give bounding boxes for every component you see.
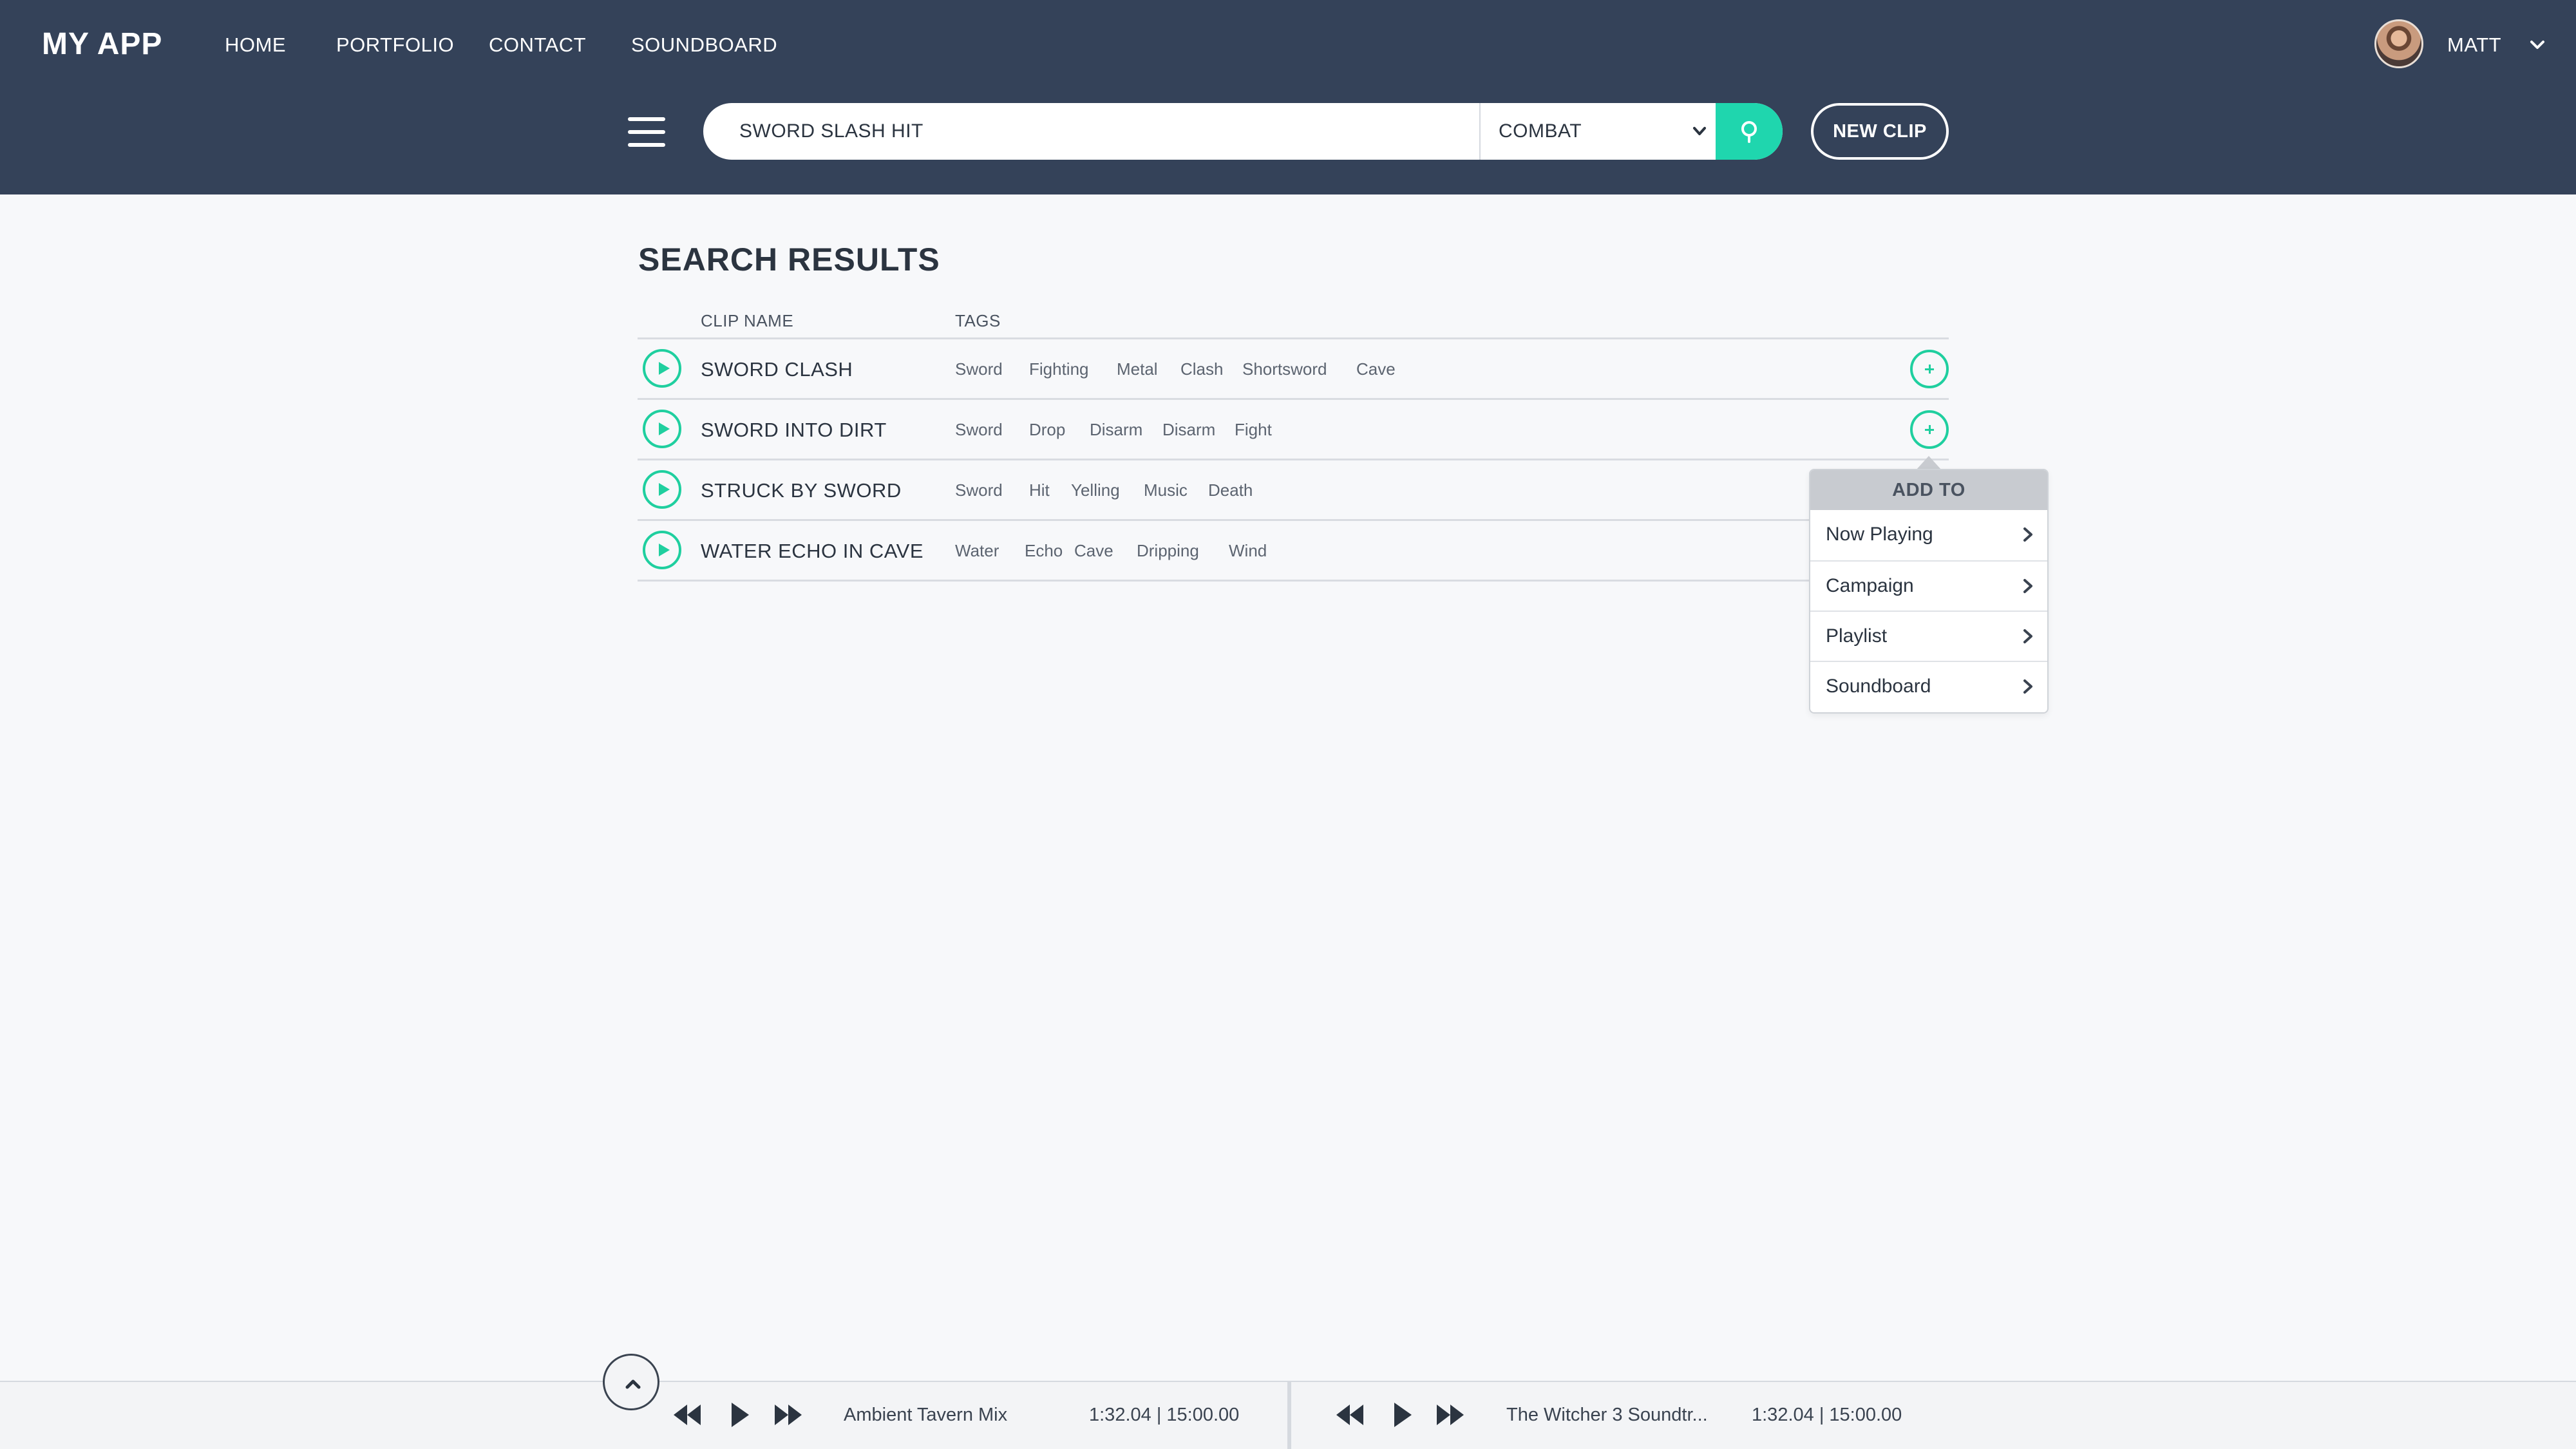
play-icon[interactable]: [643, 349, 681, 388]
nav-home[interactable]: HOME: [225, 31, 286, 59]
tag[interactable]: Fighting: [1029, 339, 1089, 399]
clip-name[interactable]: SWORD CLASH: [701, 339, 853, 399]
tag[interactable]: Dripping: [1137, 521, 1199, 581]
tag[interactable]: Clash: [1180, 339, 1223, 399]
chevron-up-icon: [625, 1379, 641, 1389]
search-input[interactable]: [703, 103, 1481, 160]
menu-item-soundboard[interactable]: Soundboard: [1810, 661, 2047, 711]
play-icon[interactable]: [643, 410, 681, 448]
clip-name[interactable]: WATER ECHO IN CAVE: [701, 521, 923, 581]
track-title: Ambient Tavern Mix: [844, 1405, 1008, 1425]
play-icon[interactable]: [643, 470, 681, 509]
search-icon: [1741, 121, 1757, 143]
tag[interactable]: Music: [1144, 460, 1188, 520]
nav-portfolio[interactable]: PORTFOLIO: [336, 31, 454, 59]
top-header: MY APP HOME PORTFOLIO CONTACT SOUNDBOARD…: [0, 0, 2576, 194]
tag[interactable]: Sword: [955, 460, 1003, 520]
tag[interactable]: Yelling: [1071, 460, 1120, 520]
user-name[interactable]: MATT: [2447, 31, 2501, 59]
nav-contact[interactable]: CONTACT: [489, 31, 586, 59]
tag[interactable]: Hit: [1029, 460, 1050, 520]
category-select[interactable]: COMBAT: [1481, 103, 1720, 160]
page-title: SEARCH RESULTS: [638, 242, 940, 278]
player-divider: [1287, 1382, 1291, 1449]
menu-item-campaign[interactable]: Campaign: [1810, 560, 2047, 611]
chevron-down-icon[interactable]: [2526, 33, 2549, 57]
nav-soundboard[interactable]: SOUNDBOARD: [631, 31, 777, 59]
menu-item-label: Campaign: [1826, 575, 1914, 596]
search-button[interactable]: [1716, 103, 1783, 160]
add-to-menu: ADD TO Now Playing Campaign Playlist Sou…: [1809, 469, 2049, 714]
user-avatar[interactable]: [2374, 19, 2423, 68]
new-clip-button[interactable]: NEW CLIP: [1811, 103, 1949, 160]
column-header-tags: TAGS: [955, 311, 1001, 330]
tag[interactable]: Sword: [955, 400, 1003, 460]
menu-item-label: Soundboard: [1826, 676, 1931, 697]
rewind-icon[interactable]: [1334, 1400, 1365, 1430]
category-selected-value: COMBAT: [1499, 120, 1582, 142]
menu-item-label: Now Playing: [1826, 524, 1933, 545]
tag[interactable]: Shortsword: [1242, 339, 1327, 399]
play-icon[interactable]: [643, 531, 681, 569]
chevron-right-icon: [2023, 579, 2032, 593]
tag[interactable]: Cave: [1074, 521, 1113, 581]
table-row: SWORD CLASH Sword Fighting Metal Clash S…: [638, 339, 1949, 399]
rewind-icon[interactable]: [672, 1400, 703, 1430]
tag[interactable]: Disarm: [1090, 400, 1142, 460]
table-divider: [638, 580, 1809, 582]
track-title: The Witcher 3 Soundtr...: [1506, 1405, 1708, 1425]
search-bar: COMBAT: [703, 103, 1783, 160]
tag[interactable]: Water: [955, 521, 999, 581]
tag[interactable]: Echo: [1025, 521, 1063, 581]
column-header-clip-name: CLIP NAME: [701, 311, 794, 330]
chevron-down-icon: [1693, 127, 1706, 135]
tag[interactable]: Disarm: [1162, 400, 1215, 460]
tag[interactable]: Drop: [1029, 400, 1065, 460]
add-icon[interactable]: [1910, 350, 1949, 388]
fast-forward-icon[interactable]: [1435, 1400, 1466, 1430]
fast-forward-icon[interactable]: [773, 1400, 804, 1430]
chevron-right-icon: [2023, 629, 2032, 643]
play-icon[interactable]: [1391, 1400, 1414, 1430]
tag[interactable]: Fight: [1235, 400, 1272, 460]
clip-name[interactable]: STRUCK BY SWORD: [701, 460, 902, 520]
menu-item-now-playing[interactable]: Now Playing: [1810, 510, 2047, 560]
table-row: SWORD INTO DIRT Sword Drop Disarm Disarm…: [638, 400, 1949, 460]
table-row: STRUCK BY SWORD Sword Hit Yelling Music …: [638, 460, 1949, 520]
play-icon[interactable]: [728, 1400, 752, 1430]
hamburger-menu-icon[interactable]: [628, 116, 665, 148]
tag[interactable]: Sword: [955, 339, 1003, 399]
chevron-right-icon: [2023, 527, 2032, 542]
table-row: WATER ECHO IN CAVE Water Echo Cave Dripp…: [638, 521, 1949, 581]
add-icon[interactable]: [1910, 410, 1949, 449]
player-bar: [0, 1381, 2576, 1449]
chevron-right-icon: [2023, 679, 2032, 694]
tag[interactable]: Metal: [1117, 339, 1158, 399]
track-time: 1:32.04 | 15:00.00: [1752, 1405, 1902, 1425]
app-logo[interactable]: MY APP: [42, 24, 162, 64]
tag[interactable]: Cave: [1356, 339, 1396, 399]
expand-player-button[interactable]: [603, 1354, 659, 1410]
menu-item-label: Playlist: [1826, 625, 1888, 647]
clip-name[interactable]: SWORD INTO DIRT: [701, 400, 887, 460]
tag[interactable]: Wind: [1229, 521, 1267, 581]
track-time: 1:32.04 | 15:00.00: [1089, 1405, 1240, 1425]
add-to-menu-title: ADD TO: [1810, 470, 2047, 510]
tag[interactable]: Death: [1208, 460, 1253, 520]
menu-item-playlist[interactable]: Playlist: [1810, 611, 2047, 661]
dropdown-pointer: [1916, 456, 1942, 470]
